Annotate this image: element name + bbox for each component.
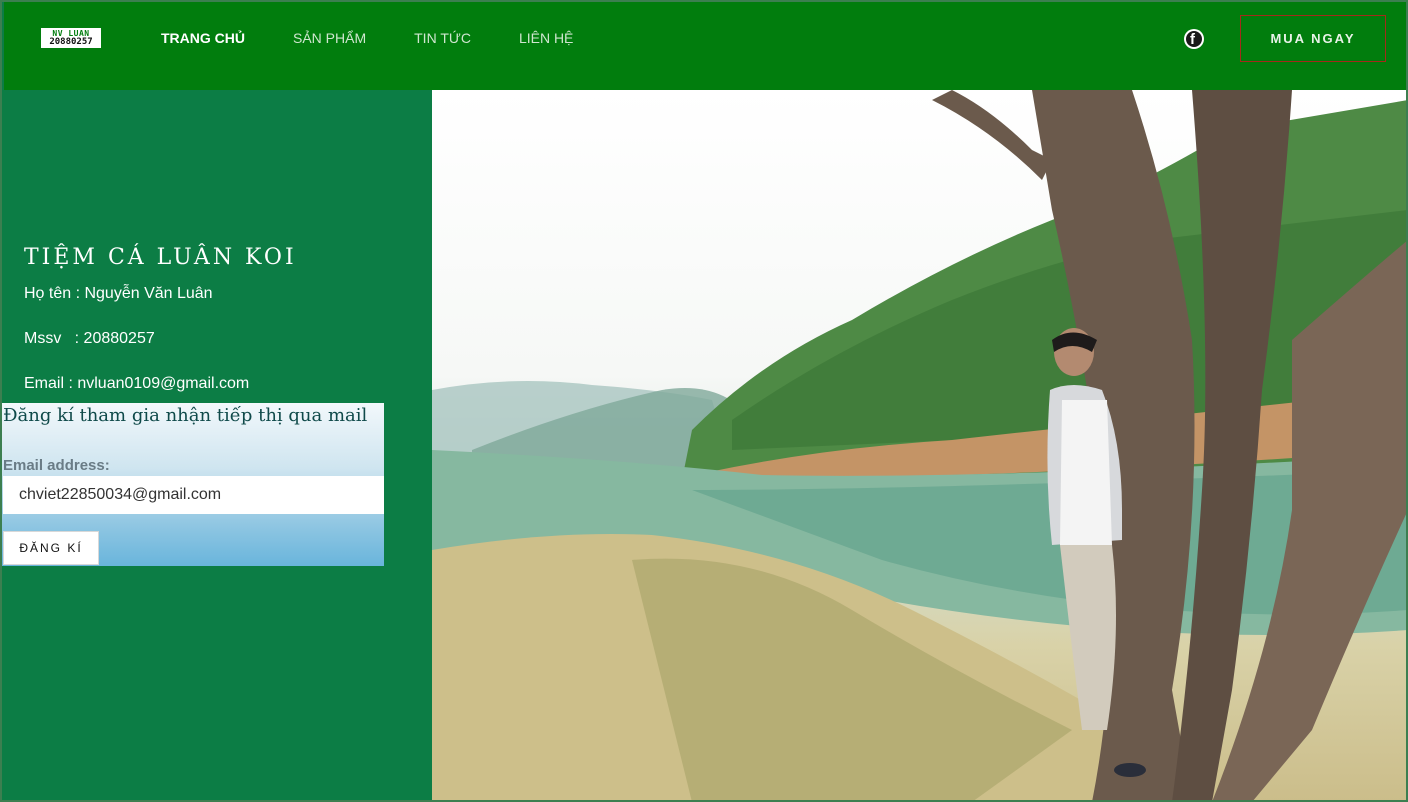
header: NV LUAN 20880257 TRANG CHỦ SẢN PHẨM TIN … [4,0,1408,90]
nav-item-products[interactable]: SẢN PHẨM [293,29,366,47]
main-nav: TRANG CHỦ SẢN PHẨM TIN TỨC LIÊN HỆ [161,29,621,47]
facebook-icon[interactable]: f [1184,29,1204,49]
subscribe-form: Đăng kí tham gia nhận tiếp thị qua mail … [2,403,384,566]
email-input[interactable] [3,476,384,514]
landscape-photo [432,90,1408,802]
name-line: Họ tên : Nguyễn Văn Luân [24,285,213,302]
hero-photo [432,90,1408,802]
nav-item-contact[interactable]: LIÊN HỆ [519,29,573,47]
logo[interactable]: NV LUAN 20880257 [41,28,101,48]
nav-item-home[interactable]: TRANG CHỦ [161,29,245,47]
subscribe-title: Đăng kí tham gia nhận tiếp thị qua mail [3,405,368,426]
subscribe-button[interactable]: ĐĂNG KÍ [3,531,99,565]
buy-now-button[interactable]: MUA NGAY [1240,15,1386,62]
profile-panel: TIỆM CÁ LUÂN KOI Họ tên : Nguyễn Văn Luâ… [0,90,432,802]
student-id-line: Mssv : 20880257 [24,330,155,347]
logo-id: 20880257 [49,37,93,47]
email-line: Email : nvluan0109@gmail.com [24,375,250,392]
nav-item-news[interactable]: TIN TỨC [414,29,471,47]
email-label: Email address: [3,457,110,474]
shop-title: TIỆM CÁ LUÂN KOI [24,245,297,270]
